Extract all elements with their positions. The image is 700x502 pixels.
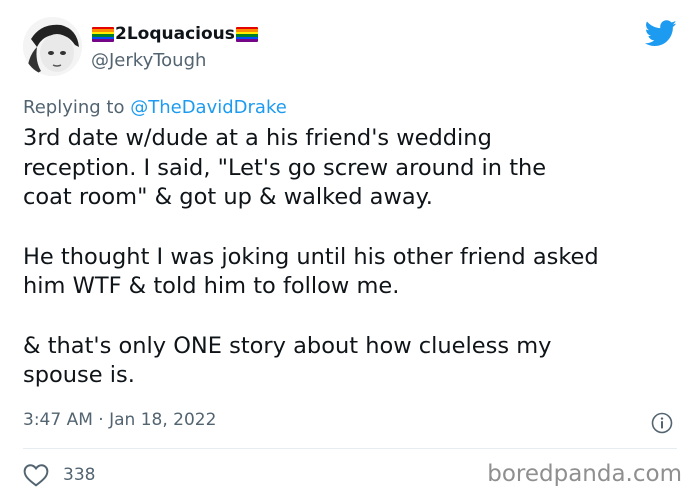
replying-to-line: Replying to @TheDavidDrake bbox=[23, 97, 287, 118]
tweet-timestamp[interactable]: 3:47 AM · Jan 18, 2022 bbox=[23, 410, 216, 430]
avatar[interactable] bbox=[23, 17, 82, 76]
avatar-image bbox=[23, 17, 82, 76]
tweet-paragraph: & that's only ONE story about how cluele… bbox=[23, 332, 552, 389]
rainbow-flag-icon bbox=[235, 26, 258, 42]
like-button[interactable]: 338 bbox=[23, 463, 95, 487]
divider bbox=[23, 448, 677, 449]
display-name[interactable]: 2Loquacious bbox=[115, 24, 235, 44]
replying-to-mention[interactable]: @TheDavidDrake bbox=[130, 97, 287, 118]
user-handle[interactable]: @JerkyTough bbox=[91, 50, 206, 71]
tweet-paragraph: He thought I was joking until his other … bbox=[23, 243, 599, 300]
display-name-row[interactable]: 2Loquacious bbox=[91, 24, 259, 44]
twitter-bird-icon[interactable] bbox=[645, 20, 677, 47]
tweet-body: 3rd date w/dude at a his friend's weddin… bbox=[23, 124, 683, 391]
replying-prefix: Replying to bbox=[23, 97, 125, 118]
tweet-paragraph: 3rd date w/dude at a his friend's weddin… bbox=[23, 125, 547, 210]
like-count: 338 bbox=[63, 465, 96, 485]
heart-icon bbox=[23, 464, 49, 487]
info-icon[interactable] bbox=[651, 412, 673, 434]
rainbow-flag-icon bbox=[92, 26, 114, 42]
watermark: boredpanda.com bbox=[487, 461, 682, 487]
